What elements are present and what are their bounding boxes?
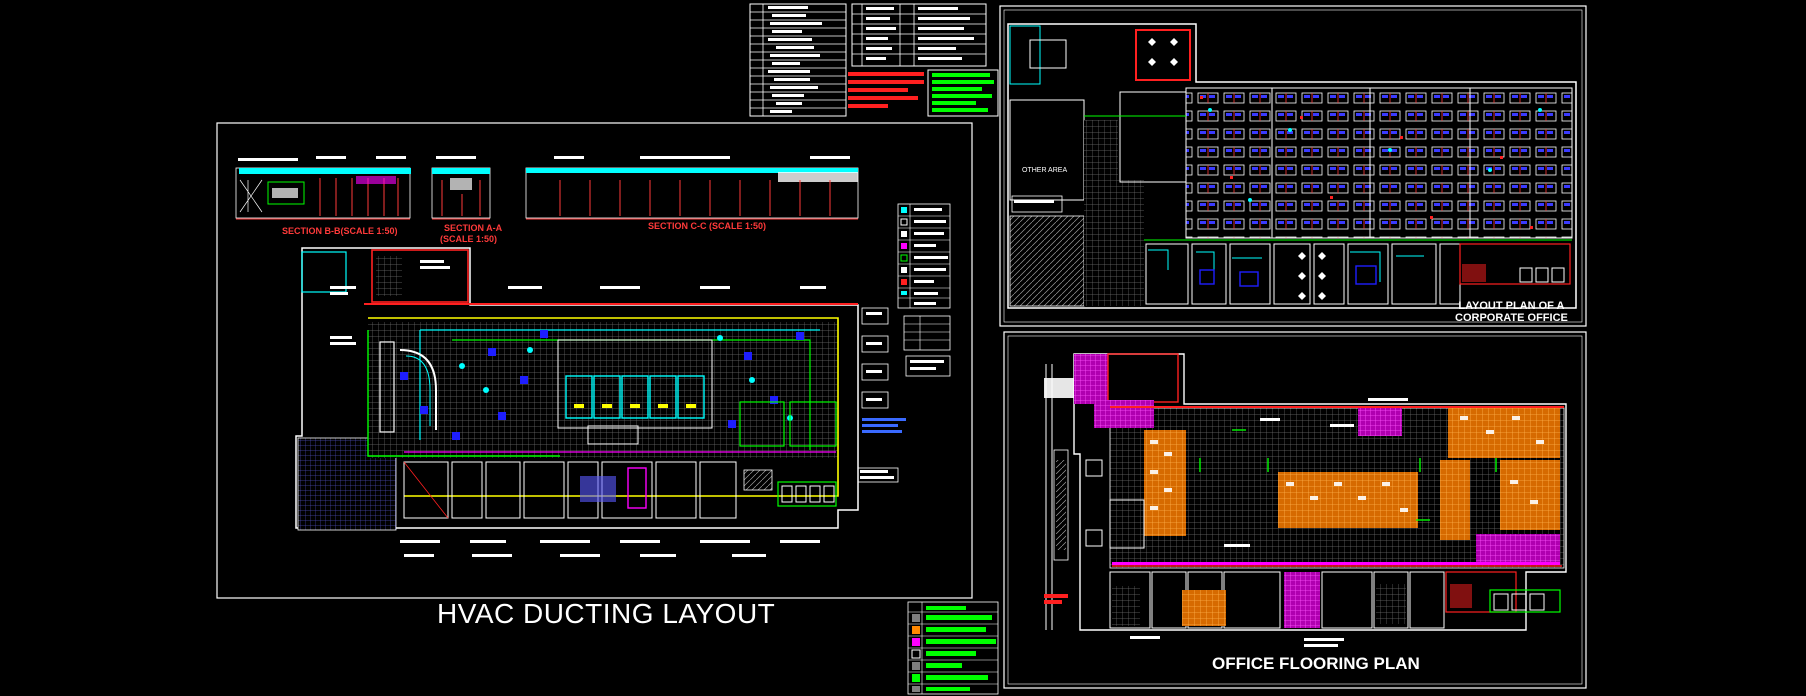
- section-b-label: SECTION B-B(SCALE 1:50): [282, 226, 398, 236]
- hvac-drawing: SECTION B-B(SCALE 1:50) SECTION A-A (SCA…: [216, 122, 973, 599]
- hvac-legend: [897, 203, 951, 377]
- cad-canvas: SECTION B-B(SCALE 1:50) SECTION A-A (SCA…: [216, 3, 1587, 695]
- corporate-layout-drawing: OTHER AREA: [999, 5, 1587, 327]
- notes-green-block: [927, 69, 999, 117]
- layout-title-line1: LAYOUT PLAN OF A: [1458, 300, 1565, 312]
- layout-title-line2: CORPORATE OFFICE: [1455, 312, 1568, 324]
- section-a-label-line2: (SCALE 1:50): [440, 234, 497, 244]
- schedule-table-left: [749, 3, 847, 117]
- section-a-label-line1: SECTION A-A: [444, 223, 503, 233]
- corporate-office-layout-title: LAYOUT PLAN OF A CORPORATE OFFICE: [1455, 300, 1568, 324]
- flooring-plan-drawing: [1003, 331, 1587, 689]
- hvac-ducting-layout-title: HVAC DUCTING LAYOUT: [437, 598, 776, 629]
- hvac-sections: [235, 156, 859, 220]
- notes-red-block: [848, 72, 924, 108]
- schedule-table-right: [851, 3, 987, 67]
- hvac-floor-plan: [295, 247, 906, 557]
- office-flooring-plan-title: OFFICE FLOORING PLAN: [1212, 654, 1420, 673]
- section-c-label: SECTION C-C (SCALE 1:50): [648, 221, 766, 231]
- hvac-bottom-legend: [907, 601, 999, 695]
- other-area-label: OTHER AREA: [1022, 167, 1067, 174]
